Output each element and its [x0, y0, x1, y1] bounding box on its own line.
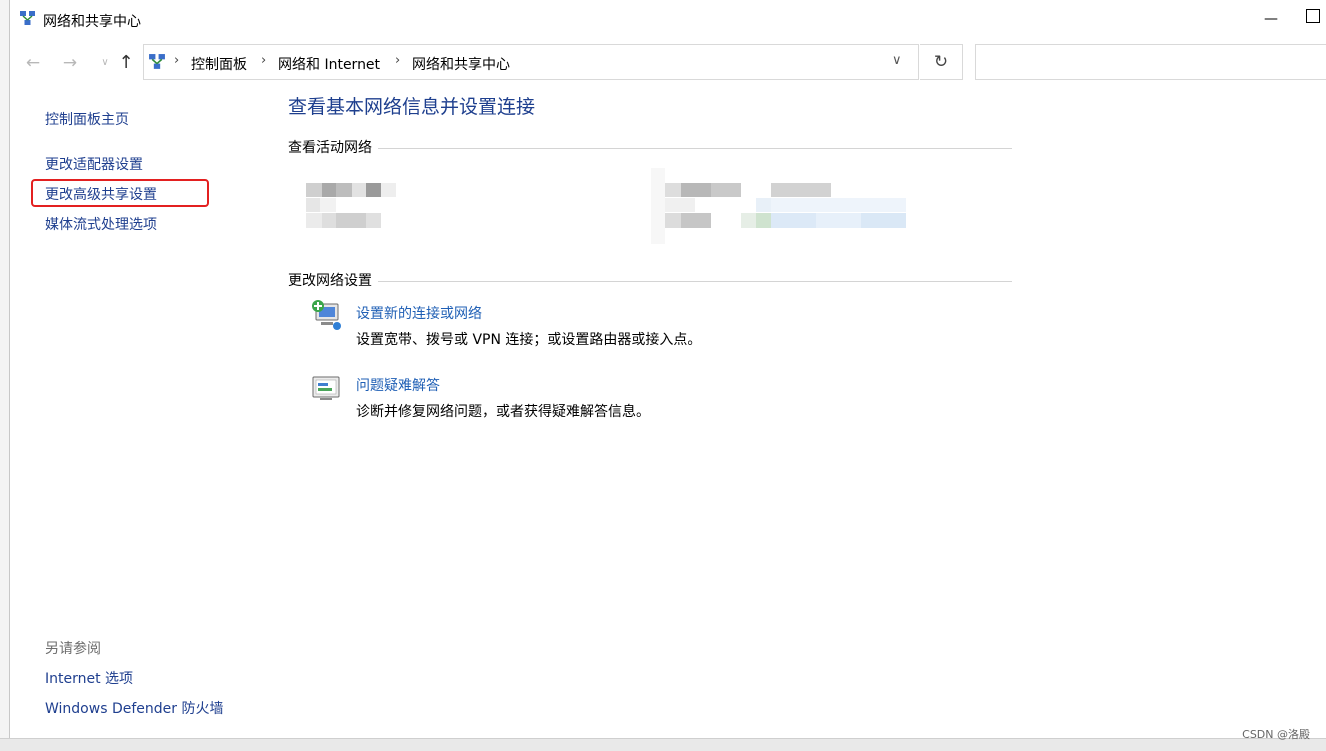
- minimize-button[interactable]: —: [1260, 8, 1282, 30]
- new-connection-icon: [312, 300, 341, 330]
- sidebar-link-adapter-settings[interactable]: 更改适配器设置: [45, 154, 143, 174]
- sidebar-link-control-panel-home[interactable]: 控制面板主页: [45, 109, 129, 129]
- refresh-icon: ↻: [933, 52, 949, 72]
- chevron-down-icon: ∨: [101, 57, 109, 68]
- breadcrumb-separator-icon[interactable]: ›: [395, 53, 400, 68]
- sidebar-link-defender-firewall[interactable]: Windows Defender 防火墙: [45, 698, 223, 718]
- breadcrumb-separator-icon[interactable]: ›: [261, 53, 266, 68]
- maximize-button[interactable]: [1306, 9, 1320, 23]
- arrow-right-icon: →: [62, 53, 78, 73]
- task-link-troubleshoot[interactable]: 问题疑难解答: [356, 375, 440, 395]
- change-network-settings-heading: 更改网络设置: [288, 270, 378, 290]
- task-desc-setup-connection: 设置宽带、拨号或 VPN 连接；或设置路由器或接入点。: [356, 332, 702, 348]
- address-dropdown-icon[interactable]: ∨: [892, 53, 902, 68]
- refresh-button[interactable]: ↻: [920, 44, 963, 80]
- see-also-heading: 另请参阅: [45, 641, 101, 657]
- network-sharing-center-window: 网络和共享中心 — ← → ∨ ↑ › 控制面板 › 网络和 Internet …: [10, 0, 1326, 738]
- page-title: 查看基本网络信息并设置连接: [288, 96, 536, 118]
- section-divider: [288, 148, 1012, 149]
- task-desc-troubleshoot: 诊断并修复网络问题，或者获得疑难解答信息。: [356, 404, 650, 420]
- sidebar-link-media-streaming[interactable]: 媒体流式处理选项: [45, 214, 157, 234]
- up-button[interactable]: ↑: [115, 52, 137, 74]
- active-networks-heading: 查看活动网络: [288, 137, 378, 157]
- network-icon: [20, 11, 35, 25]
- section-divider: [288, 281, 1012, 282]
- background-taskbar-strip: [0, 738, 1326, 751]
- window-title: 网络和共享中心: [43, 14, 141, 30]
- breadcrumb-network-sharing-center[interactable]: 网络和共享中心: [412, 54, 510, 74]
- network-icon: [149, 54, 165, 69]
- search-input[interactable]: [975, 44, 1326, 80]
- task-link-setup-connection[interactable]: 设置新的连接或网络: [356, 303, 482, 323]
- sidebar-link-advanced-sharing[interactable]: 更改高级共享设置: [45, 184, 157, 204]
- title-bar: 网络和共享中心 —: [10, 0, 1326, 38]
- watermark: CSDN @洛殿: [1242, 728, 1310, 741]
- troubleshoot-icon: [312, 376, 340, 400]
- breadcrumb-separator-icon[interactable]: ›: [174, 53, 179, 68]
- forward-button[interactable]: →: [59, 52, 81, 74]
- recent-locations-button[interactable]: ∨: [94, 52, 116, 74]
- sidebar-link-internet-options[interactable]: Internet 选项: [45, 668, 133, 688]
- back-button[interactable]: ←: [22, 52, 44, 74]
- address-bar[interactable]: › 控制面板 › 网络和 Internet › 网络和共享中心 ∨: [143, 44, 919, 80]
- breadcrumb-control-panel[interactable]: 控制面板: [191, 54, 247, 74]
- breadcrumb-network-internet[interactable]: 网络和 Internet: [278, 54, 380, 74]
- arrow-up-icon: ↑: [118, 52, 134, 73]
- background-window-edge: [0, 0, 10, 750]
- arrow-left-icon: ←: [25, 53, 41, 73]
